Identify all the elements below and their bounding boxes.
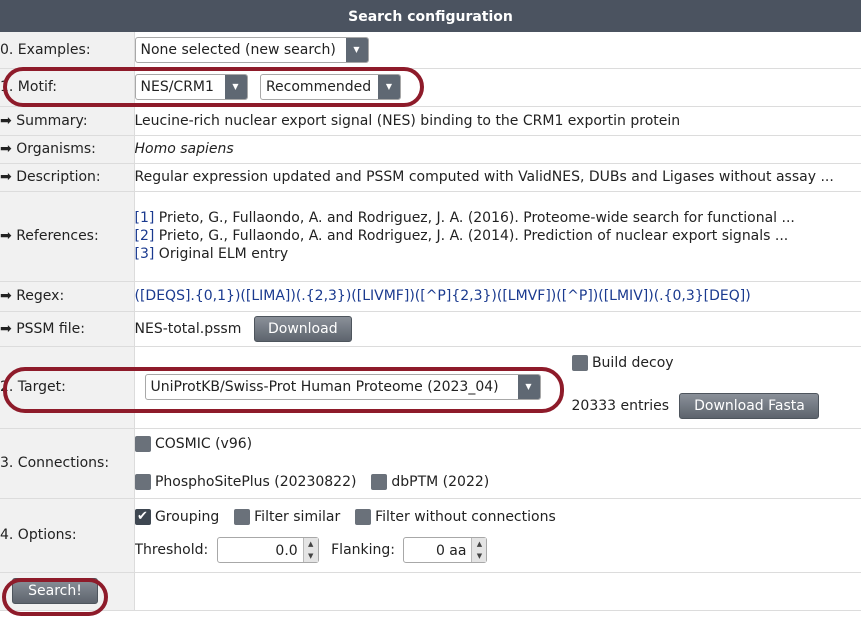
reference-item: [2] Prieto, G., Fullaondo, A. and Rodrig… bbox=[134, 228, 789, 244]
config-table: 0. Examples: None selected (new search) … bbox=[0, 32, 861, 611]
grouping-option[interactable]: ✔ Grouping bbox=[134, 509, 220, 525]
motif-set-select[interactable]: Recommended ▼ bbox=[259, 74, 401, 100]
phosphositeplus-option[interactable]: PhosphoSitePlus (20230822) bbox=[134, 474, 357, 490]
arrow-icon: ➡ bbox=[0, 288, 12, 304]
arrow-icon: ➡ bbox=[0, 320, 12, 337]
cosmic-label: COSMIC (v96) bbox=[154, 436, 253, 452]
reference-link[interactable]: [3] bbox=[135, 246, 155, 262]
phosphositeplus-checkbox[interactable] bbox=[134, 474, 151, 490]
dbptm-option[interactable]: dbPTM (2022) bbox=[370, 474, 490, 490]
phosphositeplus-label: PhosphoSitePlus (20230822) bbox=[154, 474, 357, 490]
organisms-label: Organisms: bbox=[16, 141, 96, 157]
pssm-filename: NES-total.pssm bbox=[134, 320, 242, 337]
filter-similar-checkbox[interactable] bbox=[233, 509, 250, 525]
entries-count: 20333 entries bbox=[571, 397, 670, 414]
chevron-down-icon: ▼ bbox=[517, 375, 540, 399]
regex-value: ([DEQS].{0,1})([LIMA])(.{2,3})([LIVMF])(… bbox=[134, 281, 861, 312]
chevron-down-icon: ▼ bbox=[345, 37, 368, 62]
cosmic-checkbox[interactable] bbox=[134, 436, 151, 452]
dbptm-label: dbPTM (2022) bbox=[391, 474, 490, 490]
options-label: 4. Options: bbox=[0, 498, 135, 573]
search-button[interactable]: Search! bbox=[12, 578, 98, 604]
filter-without-connections-checkbox[interactable] bbox=[354, 509, 371, 525]
search-configuration-panel: Search configuration 0. Examples: None s… bbox=[0, 0, 861, 619]
download-fasta-button[interactable]: Download Fasta bbox=[679, 392, 820, 419]
organisms-value: Homo sapiens bbox=[134, 135, 861, 164]
arrow-icon: ➡ bbox=[0, 169, 12, 185]
pssm-download-button[interactable]: Download bbox=[253, 315, 352, 342]
description-label: Description: bbox=[16, 169, 101, 185]
build-decoy-option[interactable]: Build decoy bbox=[571, 354, 674, 371]
regex-label: Regex: bbox=[16, 288, 65, 304]
filter-without-connections-label: Filter without connections bbox=[375, 509, 556, 525]
build-decoy-label: Build decoy bbox=[591, 354, 674, 371]
motif-select[interactable]: NES/CRM1 ▼ bbox=[134, 74, 248, 100]
motif-label: 1. Motif: bbox=[0, 68, 135, 107]
target-label: 2. Target: bbox=[0, 346, 135, 429]
chevron-down-icon: ▼ bbox=[377, 75, 400, 99]
filter-without-connections-option[interactable]: Filter without connections bbox=[354, 509, 556, 525]
reference-item: [3] Original ELM entry bbox=[134, 246, 289, 262]
spinner-arrows-icon[interactable]: ▲ ▼ bbox=[471, 538, 487, 562]
examples-select[interactable]: None selected (new search) ▼ bbox=[134, 36, 369, 63]
panel-title: Search configuration bbox=[0, 0, 861, 32]
summary-value: Leucine-rich nuclear export signal (NES)… bbox=[134, 106, 861, 136]
arrow-icon: ➡ bbox=[0, 141, 12, 157]
threshold-input[interactable]: 0.0 ▲ ▼ bbox=[216, 537, 319, 563]
threshold-label: Threshold: bbox=[134, 542, 209, 558]
reference-item: [1] Prieto, G., Fullaondo, A. and Rodrig… bbox=[134, 210, 795, 226]
chevron-down-icon: ▼ bbox=[224, 75, 247, 99]
cosmic-option[interactable]: COSMIC (v96) bbox=[134, 434, 861, 454]
filter-similar-option[interactable]: Filter similar bbox=[233, 509, 341, 525]
connections-label: 3. Connections: bbox=[0, 428, 135, 499]
filter-similar-label: Filter similar bbox=[254, 509, 341, 525]
spinner-arrows-icon[interactable]: ▲ ▼ bbox=[302, 538, 318, 562]
flanking-label: Flanking: bbox=[331, 542, 395, 558]
dbptm-checkbox[interactable] bbox=[370, 474, 387, 490]
build-decoy-checkbox[interactable] bbox=[571, 354, 588, 371]
examples-label: 0. Examples: bbox=[0, 32, 135, 69]
reference-link[interactable]: [2] bbox=[135, 228, 155, 244]
target-select[interactable]: UniProtKB/Swiss-Prot Human Proteome (202… bbox=[144, 374, 541, 400]
pssm-label: PSSM file: bbox=[16, 320, 85, 337]
grouping-checkbox[interactable]: ✔ bbox=[134, 509, 151, 525]
references-label: References: bbox=[16, 228, 99, 244]
description-value: Regular expression updated and PSSM comp… bbox=[134, 163, 861, 192]
flanking-input[interactable]: 0 aa ▲ ▼ bbox=[403, 537, 488, 563]
summary-label: Summary: bbox=[16, 112, 88, 129]
grouping-label: Grouping bbox=[154, 509, 220, 525]
arrow-icon: ➡ bbox=[0, 228, 12, 244]
reference-link[interactable]: [1] bbox=[135, 210, 155, 226]
arrow-icon: ➡ bbox=[0, 112, 12, 129]
